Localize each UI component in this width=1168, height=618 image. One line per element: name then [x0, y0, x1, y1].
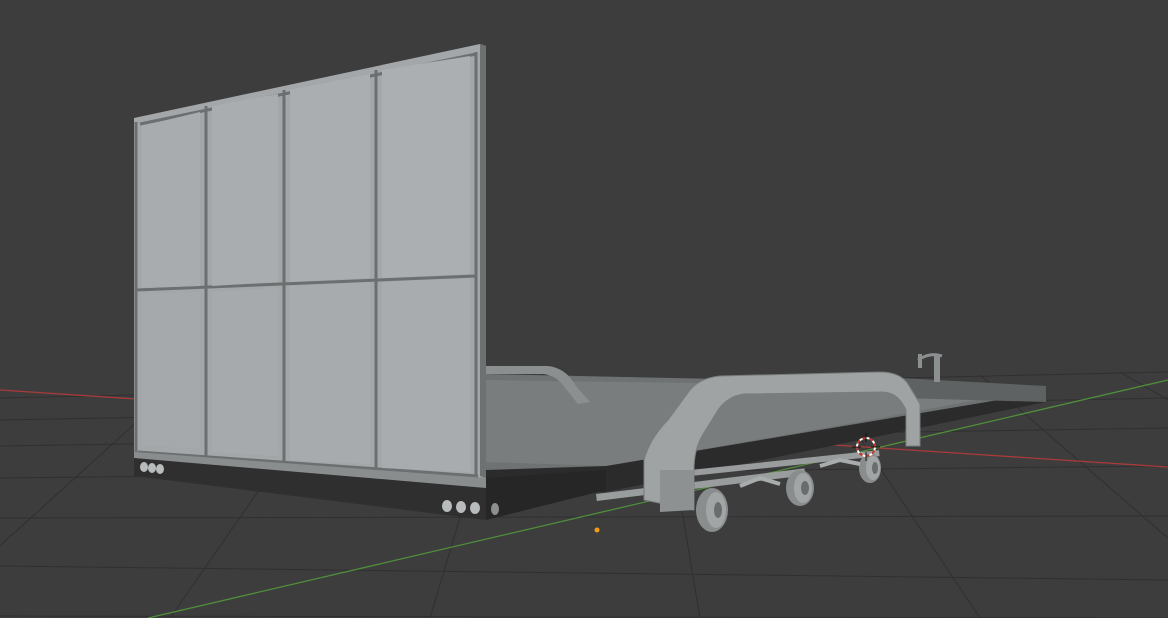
headboard-edge [480, 44, 486, 478]
viewport-canvas[interactable] [0, 0, 1168, 618]
panel [212, 288, 278, 456]
panel [142, 292, 200, 448]
wheel [859, 453, 881, 483]
panel [290, 282, 370, 464]
panel [142, 112, 200, 288]
object-origin-icon [594, 527, 600, 533]
panel [382, 56, 470, 278]
jack-crank [918, 354, 922, 368]
3d-viewport[interactable] [0, 0, 1168, 618]
panel [382, 278, 470, 472]
fender-guard-side [660, 470, 694, 512]
jack-post [934, 356, 940, 382]
panel [290, 74, 370, 282]
panel [212, 94, 278, 286]
wheel [786, 470, 814, 506]
wheel [696, 488, 728, 532]
headboard-panels [142, 56, 470, 472]
